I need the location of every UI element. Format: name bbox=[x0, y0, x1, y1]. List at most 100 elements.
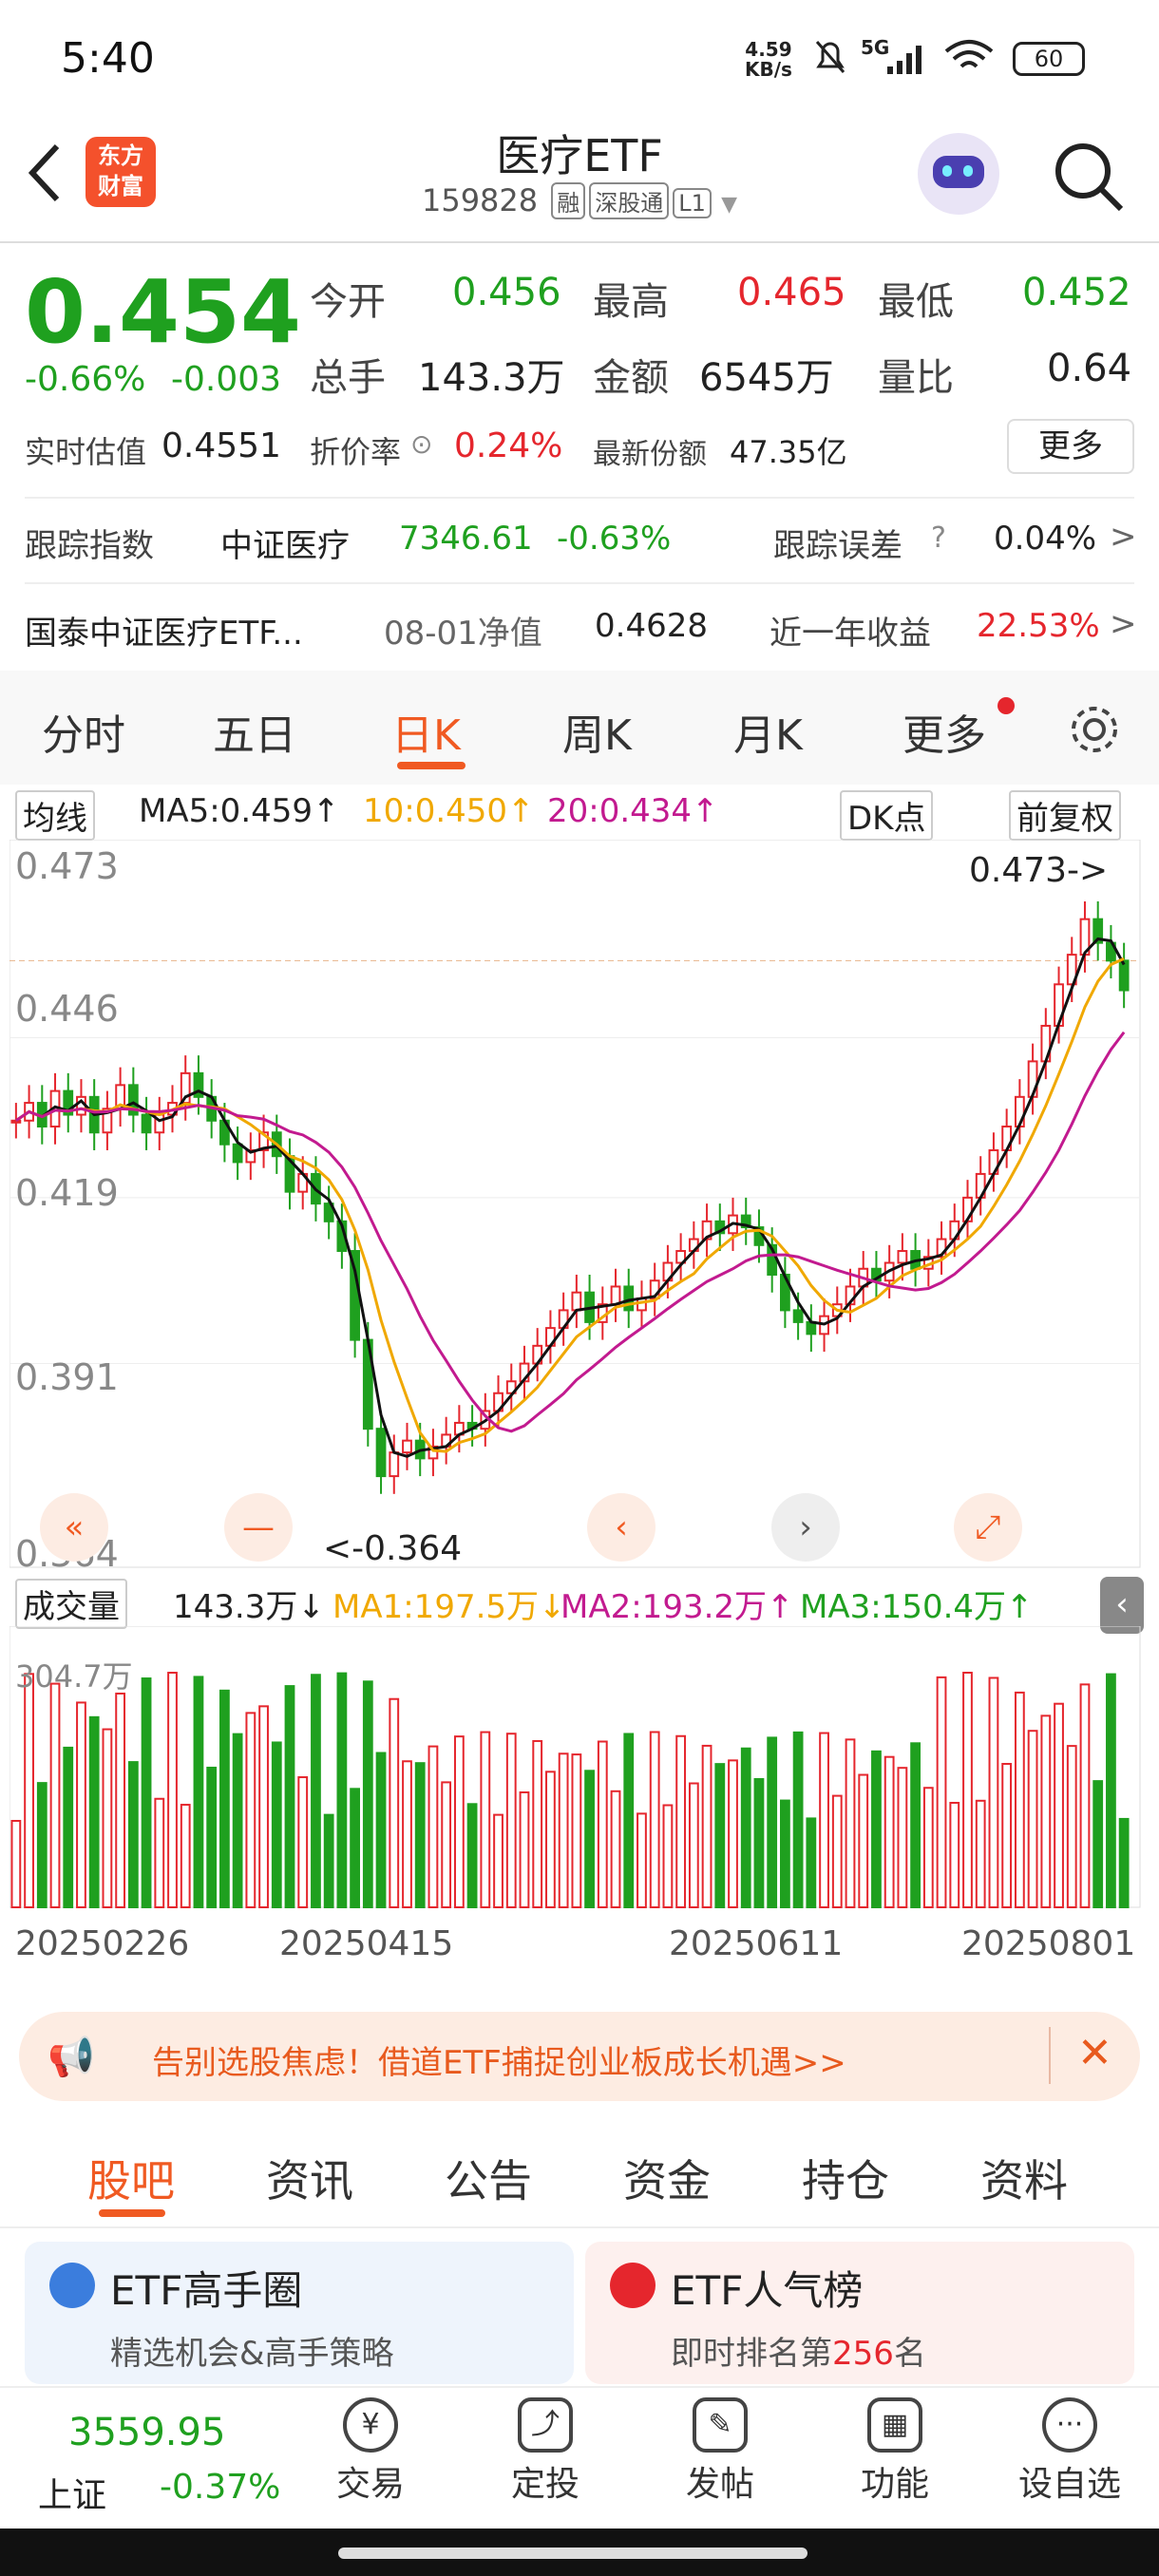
dk-point-select[interactable]: DK点 bbox=[840, 790, 934, 841]
volume-bar bbox=[922, 1787, 934, 1908]
nav-post[interactable]: ✎ 发帖 bbox=[644, 2388, 796, 2506]
volume-bar bbox=[884, 1755, 895, 1908]
volume-bar bbox=[480, 1731, 491, 1908]
tab-profile[interactable]: 资料 bbox=[980, 2147, 1068, 2209]
tab-five-day[interactable]: 五日 bbox=[213, 701, 296, 762]
volume-bar bbox=[1106, 1673, 1116, 1909]
tag-margin: 融 bbox=[551, 182, 586, 219]
nav-trade[interactable]: ¥ 交易 bbox=[294, 2388, 446, 2506]
volume-bar bbox=[49, 1682, 61, 1909]
tab-news[interactable]: 资讯 bbox=[266, 2147, 353, 2209]
ma-type-select[interactable]: 均线 bbox=[15, 790, 95, 841]
volume-bar bbox=[584, 1770, 595, 1908]
amount-label: 金额 bbox=[593, 356, 669, 400]
last-price: 0.454 bbox=[25, 261, 302, 363]
volume-bar bbox=[284, 1685, 295, 1909]
candle bbox=[610, 1285, 621, 1306]
sh-index-name: 上证 bbox=[38, 2476, 107, 2515]
tab-holdings[interactable]: 持仓 bbox=[802, 2147, 889, 2209]
sh-index-pct: -0.37% bbox=[160, 2468, 281, 2507]
volume-bar bbox=[636, 1812, 647, 1908]
volume-bar bbox=[780, 1799, 790, 1908]
edit-icon: ✎ bbox=[693, 2397, 748, 2453]
vol-ma1: MA1:197.5万↓ bbox=[332, 1588, 566, 1626]
more-dots-icon: ··· bbox=[1042, 2397, 1097, 2453]
adjust-select[interactable]: 前复权 bbox=[1009, 790, 1121, 841]
chevron-down-icon[interactable]: ▼ bbox=[721, 193, 737, 217]
rewind-icon[interactable]: « bbox=[40, 1493, 108, 1562]
chevron-right-icon[interactable]: > bbox=[1110, 605, 1137, 643]
volume-bar bbox=[675, 1734, 687, 1909]
tab-forum[interactable]: 股吧 bbox=[87, 2147, 175, 2209]
nav-label: 发帖 bbox=[685, 2465, 754, 2504]
help-icon[interactable]: ? bbox=[931, 521, 946, 555]
divider bbox=[0, 2226, 1159, 2228]
prev-icon[interactable]: ‹ bbox=[587, 1493, 656, 1562]
volume-bar bbox=[180, 1804, 191, 1908]
volume-bar bbox=[1001, 1763, 1013, 1908]
track-index-name[interactable]: 中证医疗 bbox=[220, 520, 350, 566]
info-icon[interactable]: ⊙ bbox=[410, 428, 432, 460]
x-tick-label: 20250801 bbox=[961, 1924, 1136, 1963]
more-button[interactable]: 更多 bbox=[1007, 419, 1134, 474]
sh-index-value[interactable]: 3559.95 bbox=[68, 2411, 225, 2454]
chevron-right-icon[interactable]: > bbox=[1110, 518, 1137, 556]
volume-chart[interactable] bbox=[10, 1626, 1146, 1911]
volume-type-select[interactable]: 成交量 bbox=[15, 1579, 127, 1629]
close-icon[interactable]: ✕ bbox=[1077, 2029, 1112, 2077]
nav-invest-plan[interactable]: ⤴ 定投 bbox=[469, 2388, 621, 2506]
tab-more[interactable]: 更多 bbox=[902, 701, 986, 762]
volume-bar bbox=[1079, 1683, 1091, 1908]
tab-notices[interactable]: 公告 bbox=[445, 2147, 532, 2209]
tab-capital[interactable]: 资金 bbox=[623, 2147, 711, 2209]
search-icon[interactable] bbox=[1053, 141, 1125, 213]
volume-bar bbox=[728, 1759, 738, 1908]
discount-value: 0.24% bbox=[454, 426, 563, 465]
ma-line bbox=[15, 957, 1125, 1453]
candle bbox=[571, 1291, 582, 1312]
volume-bar bbox=[219, 1689, 230, 1908]
zoom-out-icon[interactable]: — bbox=[224, 1493, 293, 1562]
nav-functions[interactable]: ▦ 功能 bbox=[819, 2388, 971, 2506]
tab-weekly-k[interactable]: 周K bbox=[562, 701, 632, 762]
robot-assistant-icon[interactable] bbox=[918, 133, 999, 215]
candle bbox=[232, 1143, 243, 1164]
volume-label: 总手 bbox=[310, 356, 386, 400]
volume-bar bbox=[127, 1761, 139, 1908]
expand-icon[interactable]: ⤢ bbox=[954, 1493, 1022, 1562]
candlestick-chart[interactable] bbox=[10, 840, 1146, 1571]
candle bbox=[897, 1250, 908, 1264]
fund-name[interactable]: 国泰中证医疗ETF... bbox=[25, 607, 303, 653]
volume-bar bbox=[975, 1799, 986, 1908]
candle bbox=[402, 1439, 412, 1454]
rank-suffix: 名 bbox=[893, 2335, 926, 2373]
notification-dot bbox=[998, 697, 1015, 714]
divider bbox=[1049, 2027, 1051, 2084]
next-icon[interactable]: › bbox=[771, 1493, 840, 1562]
promo-banner[interactable]: 📢 告别选股焦虑！借道ETF捕捉创业板成长机遇>> ✕ bbox=[19, 2012, 1140, 2101]
volume-bar bbox=[962, 1672, 973, 1908]
signal-5g-icon: 5G bbox=[861, 36, 890, 59]
volume-bar bbox=[350, 1788, 360, 1908]
tab-monthly-k[interactable]: 月K bbox=[733, 701, 803, 762]
est-value: 0.4551 bbox=[162, 426, 281, 465]
app-screen: 5:40 4.59 KB/s 5G 60 东方 财富 医疗ETF 159828 … bbox=[0, 0, 1159, 2576]
track-index-value: 7346.61 bbox=[399, 520, 533, 558]
volume-bar bbox=[1092, 1780, 1104, 1908]
candle bbox=[141, 1113, 152, 1134]
gear-icon[interactable] bbox=[1068, 703, 1121, 756]
nav-add-watchlist[interactable]: ··· 设自选 bbox=[994, 2388, 1146, 2506]
volume-bar bbox=[532, 1739, 543, 1909]
low-label: 最低 bbox=[878, 280, 954, 324]
tab-daily-k[interactable]: 日K bbox=[391, 701, 461, 762]
tab-intraday[interactable]: 分时 bbox=[42, 701, 125, 762]
card-etf-popularity[interactable]: ETF人气榜 即时排名第256名 bbox=[585, 2242, 1134, 2384]
home-bar bbox=[338, 2548, 808, 2559]
amount-value: 6545万 bbox=[699, 356, 834, 400]
candle bbox=[792, 1309, 804, 1323]
volume-bar bbox=[428, 1745, 439, 1909]
banner-text: 告别选股焦虑！借道ETF捕捉创业板成长机遇>> bbox=[152, 2044, 846, 2082]
volume-bar bbox=[545, 1771, 556, 1908]
card-etf-experts[interactable]: ETF高手圈 精选机会&高手策略 bbox=[25, 2242, 574, 2384]
collapse-icon[interactable]: ‹ bbox=[1100, 1577, 1144, 1634]
